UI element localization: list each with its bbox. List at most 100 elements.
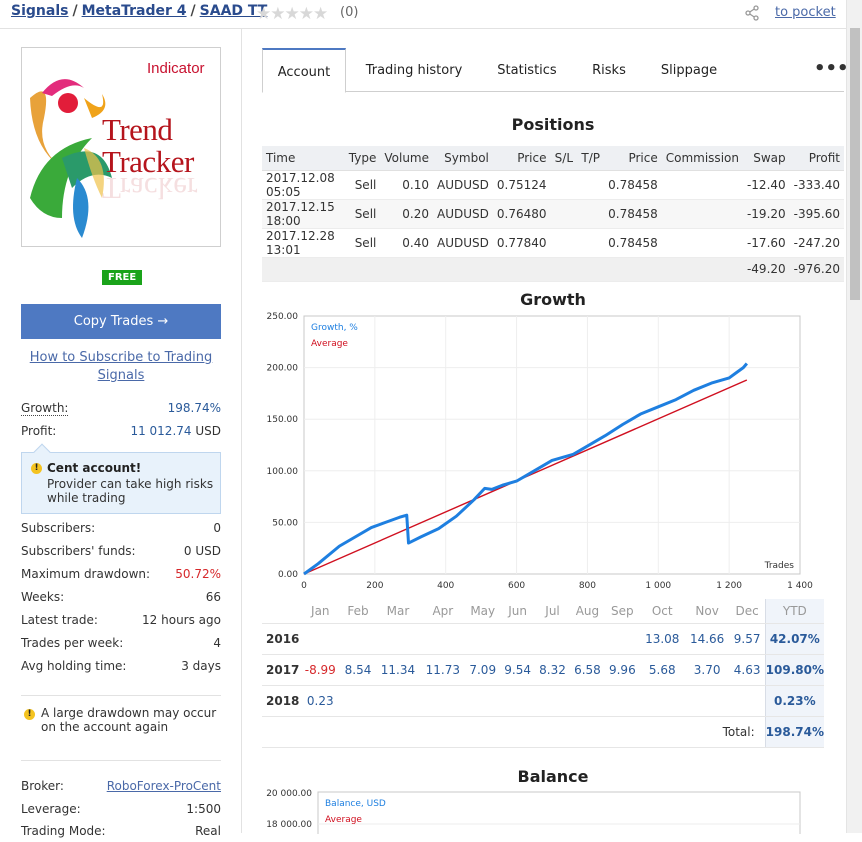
month-value: 8.32 xyxy=(535,654,570,686)
table-cell xyxy=(577,228,605,258)
month-value: 4.63 xyxy=(729,654,766,686)
table-cell: Sell xyxy=(344,199,381,229)
sidebar: Indicator Trend Tracker Tracker FREE Cop… xyxy=(0,29,242,838)
year-header xyxy=(262,599,300,624)
month-header: Jun xyxy=(500,599,536,624)
trading-mode-row: Trading Mode: Real xyxy=(21,824,221,842)
month-value xyxy=(300,623,341,655)
table-cell: 0.78458 xyxy=(604,228,662,258)
broker-row: Broker: RoboForex-ProCent xyxy=(21,779,221,797)
signal-logo[interactable]: Indicator Trend Tracker Tracker xyxy=(21,47,221,247)
col-header: Price xyxy=(604,146,662,171)
month-value xyxy=(500,623,536,655)
growth-chart: 0.00 50.00 100.00 150.00 200.00 250.00 0 200 400… xyxy=(267,312,814,591)
month-header-row: Jan Feb Mar Apr May Jun Jul Aug Sep Oct … xyxy=(262,599,824,624)
x-tick-label: 1 200 xyxy=(716,581,742,591)
divider xyxy=(21,760,221,761)
warning-icon: ! xyxy=(31,463,42,474)
year-label: 2016 xyxy=(262,623,300,655)
stat-row: Weeks: 66 xyxy=(21,590,221,608)
legend-entry: Average xyxy=(325,815,362,825)
month-header: Jul xyxy=(535,599,570,624)
trading-mode-label: Trading Mode: xyxy=(21,824,106,838)
table-row: 2017.12.08 05:05 Sell 0.10 AUDUSD 0.7512… xyxy=(262,170,844,200)
tab-statistics[interactable]: Statistics xyxy=(490,48,564,92)
month-value: 9.57 xyxy=(729,623,766,655)
table-cell xyxy=(661,228,743,258)
stat-label: Avg holding time: xyxy=(21,659,127,673)
month-value: 11.34 xyxy=(375,654,421,686)
share-icon[interactable] xyxy=(744,5,760,21)
divider xyxy=(21,695,221,696)
table-cell xyxy=(550,199,578,229)
breadcrumb-metatrader4[interactable]: MetaTrader 4 xyxy=(82,3,187,19)
month-header: Mar xyxy=(375,599,421,624)
month-value xyxy=(375,685,421,717)
broker-link[interactable]: RoboForex-ProCent xyxy=(107,779,221,793)
table-cell: 2017.12.15 18:00 xyxy=(262,199,345,229)
scrollbar-thumb[interactable] xyxy=(850,28,860,300)
profit-label: Profit: xyxy=(21,424,57,438)
rating-stars[interactable]: ★★★★★ xyxy=(256,4,328,24)
month-value: 11.73 xyxy=(420,654,466,686)
col-header: T/P xyxy=(577,146,605,171)
stat-row: Avg holding time: 3 days xyxy=(21,659,221,677)
profit-row: Profit: 11 012.74 USD xyxy=(21,424,221,442)
table-cell: AUDUSD xyxy=(433,199,493,229)
month-value xyxy=(420,685,466,717)
table-cell: -247.20 xyxy=(789,228,844,258)
copy-trades-button[interactable]: Copy Trades → xyxy=(21,304,221,339)
tab-account[interactable]: Account xyxy=(262,48,346,93)
stat-value: 0 USD xyxy=(183,544,221,558)
tab-risks[interactable]: Risks xyxy=(584,48,634,92)
breadcrumb: Signals / MetaTrader 4/SAAD TT xyxy=(11,3,267,19)
table-cell xyxy=(577,199,605,229)
table-cell: 2017.12.08 05:05 xyxy=(262,170,345,200)
total-label: Total: xyxy=(262,716,766,748)
growth-value: 198.74% xyxy=(167,401,221,415)
scrollbar[interactable] xyxy=(846,0,862,833)
legend-entry: Average xyxy=(311,339,348,349)
profit-currency: USD xyxy=(195,424,221,438)
logo-line1: Trend xyxy=(102,112,173,147)
table-row: 2017.12.28 13:01 Sell 0.40 AUDUSD 0.7784… xyxy=(262,228,844,258)
stat-label: Subscribers' funds: xyxy=(21,544,136,558)
month-header: May xyxy=(465,599,501,624)
month-value xyxy=(569,685,605,717)
stat-value: 66 xyxy=(205,590,221,604)
month-value xyxy=(639,685,685,717)
month-value xyxy=(684,685,730,717)
table-cell xyxy=(550,228,578,258)
monthly-growth-table: Jan Feb Mar Apr May Jun Jul Aug Sep Oct … xyxy=(262,599,824,748)
stat-row: Latest trade: 12 hours ago xyxy=(21,613,221,631)
col-header: Swap xyxy=(742,146,790,171)
balance-chart: 20 000.00 18 000.00 Balance, USD Average xyxy=(266,789,801,834)
stat-label: Weeks: xyxy=(21,590,65,604)
tab-slippage[interactable]: Slippage xyxy=(654,48,724,92)
ytd-header: YTD xyxy=(764,599,824,624)
y-tick-label: 0.00 xyxy=(278,570,298,580)
table-cell: -395.60 xyxy=(789,199,844,229)
col-header: S/L xyxy=(550,146,578,171)
year-row: 2017 -8.99 8.54 11.34 11.73 7.09 9.54 8.… xyxy=(262,654,824,686)
month-value xyxy=(420,623,466,655)
more-tabs-icon[interactable]: ••• xyxy=(814,48,849,92)
how-to-subscribe-link[interactable]: How to Subscribe to Trading Signals xyxy=(21,349,221,385)
col-header: Profit xyxy=(789,146,844,171)
x-tick-label: 1 000 xyxy=(645,581,671,591)
stat-row: Maximum drawdown: 50.72% xyxy=(21,567,221,585)
profit-value: 11 012.74 xyxy=(130,424,192,438)
growth-row: Growth: 198.74% xyxy=(21,401,221,419)
stat-value: 12 hours ago xyxy=(142,613,221,627)
breadcrumb-signals[interactable]: Signals xyxy=(11,3,68,19)
tab-trading-history[interactable]: Trading history xyxy=(358,48,470,92)
x-tick-label: 800 xyxy=(579,581,596,591)
growth-label[interactable]: Growth: xyxy=(21,401,69,416)
y-tick-label: 150.00 xyxy=(267,415,299,425)
month-value xyxy=(604,685,640,717)
to-pocket-link[interactable]: to pocket xyxy=(775,5,836,20)
breadcrumb-separator: / xyxy=(72,3,78,19)
total-profit: -976.20 xyxy=(789,257,844,282)
table-cell: 0.40 xyxy=(380,228,433,258)
y-tick-label: 50.00 xyxy=(272,518,298,528)
